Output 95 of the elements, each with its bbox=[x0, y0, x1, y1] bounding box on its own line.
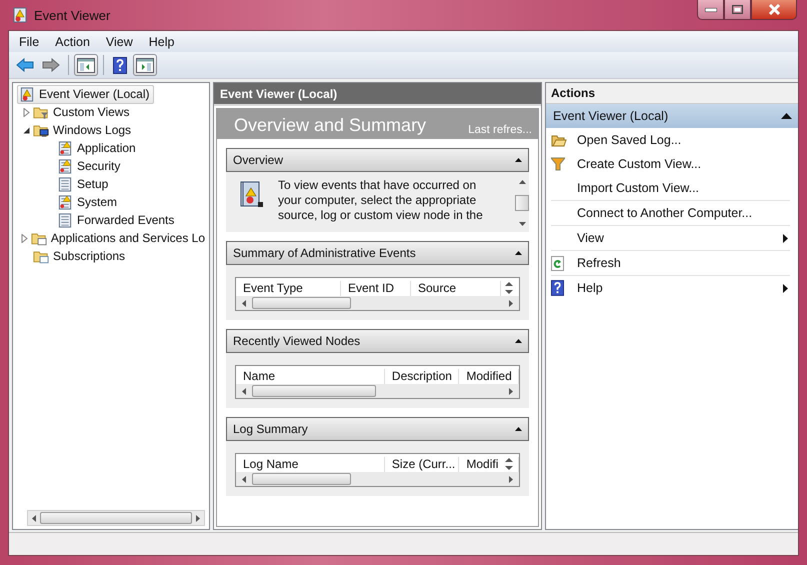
collapse-arrow-icon[interactable] bbox=[22, 126, 30, 134]
forward-arrow-icon bbox=[42, 58, 60, 72]
scroll-down-icon bbox=[518, 222, 526, 226]
tree-item[interactable]: Event Viewer (Local) bbox=[17, 84, 154, 104]
folder-icon bbox=[30, 230, 47, 246]
tree-item[interactable]: Subscriptions bbox=[31, 246, 130, 266]
group-title: Event Viewer (Local) bbox=[553, 109, 668, 123]
section-title: Recently Viewed Nodes bbox=[233, 334, 360, 348]
help-icon bbox=[113, 56, 127, 74]
tree-item[interactable]: System bbox=[55, 192, 122, 212]
section-title: Overview bbox=[233, 153, 284, 167]
scroll-left-icon bbox=[242, 476, 246, 482]
collapse-icon[interactable] bbox=[515, 251, 522, 255]
menu-item[interactable]: Help bbox=[140, 34, 182, 48]
section-header[interactable]: Summary of Administrative Events bbox=[226, 241, 529, 265]
event-log-icon bbox=[19, 86, 35, 102]
minimize-icon bbox=[704, 8, 716, 12]
spinner-icon[interactable] bbox=[505, 458, 513, 470]
spinner-icon[interactable] bbox=[505, 282, 513, 294]
actions-header: Actions bbox=[546, 83, 798, 104]
column-header[interactable]: Description bbox=[384, 369, 460, 384]
minimize-button[interactable] bbox=[697, 0, 724, 20]
tree-item[interactable]: Applications and Services Lo bbox=[28, 228, 209, 248]
scroll-right-icon bbox=[509, 300, 513, 306]
pane-icon bbox=[136, 58, 154, 72]
close-button[interactable] bbox=[751, 0, 797, 20]
column-header[interactable]: Event Type bbox=[236, 281, 341, 296]
refresh-icon bbox=[551, 256, 564, 270]
open-folder-icon bbox=[551, 133, 567, 147]
filter-icon bbox=[551, 157, 565, 171]
scroll-left-icon bbox=[32, 514, 36, 522]
maximize-button[interactable] bbox=[724, 0, 751, 20]
expand-arrow-icon[interactable] bbox=[22, 108, 30, 116]
collapse-icon[interactable] bbox=[515, 427, 522, 431]
pane-icon bbox=[77, 58, 95, 72]
column-header[interactable]: Source bbox=[411, 281, 501, 296]
horizontal-scrollbar[interactable] bbox=[27, 510, 205, 526]
log-warning-icon bbox=[57, 194, 73, 210]
action-group-header[interactable]: Event Viewer (Local) bbox=[546, 104, 798, 128]
close-icon bbox=[768, 4, 780, 15]
task-link[interactable]: View bbox=[551, 225, 790, 250]
maximize-icon bbox=[732, 5, 743, 14]
collapse-icon[interactable] bbox=[781, 113, 792, 119]
scroll-up-icon bbox=[518, 180, 526, 184]
folder-filter-icon bbox=[33, 104, 49, 120]
task-link[interactable]: Create Custom View... bbox=[551, 152, 790, 176]
menu-item[interactable]: File bbox=[11, 34, 48, 48]
log-warning-icon bbox=[57, 140, 73, 156]
event-log-book-icon bbox=[238, 180, 264, 210]
scroll-right-icon bbox=[509, 476, 513, 482]
tree-item[interactable]: Application bbox=[55, 138, 140, 158]
expand-arrow-icon[interactable] bbox=[21, 234, 28, 242]
menu-item[interactable]: View bbox=[98, 34, 141, 48]
task-link[interactable]: Refresh bbox=[551, 250, 790, 275]
tree-item[interactable]: Forwarded Events bbox=[55, 210, 178, 230]
show-action-pane-button[interactable] bbox=[133, 54, 157, 76]
collapse-icon[interactable] bbox=[515, 158, 522, 162]
window-title: Event Viewer bbox=[34, 8, 110, 22]
section-title: Log Summary bbox=[233, 422, 308, 436]
column-header[interactable]: Log Name bbox=[236, 457, 385, 472]
section-title: Summary of Administrative Events bbox=[233, 246, 416, 260]
tree-item[interactable]: Custom Views bbox=[31, 102, 134, 122]
scroll-right-icon bbox=[196, 514, 200, 522]
show-tree-button[interactable] bbox=[74, 54, 98, 76]
section-header[interactable]: Log Summary bbox=[226, 417, 529, 441]
task-link[interactable]: Open Saved Log... bbox=[551, 128, 790, 152]
log-icon bbox=[57, 176, 73, 192]
menu-item[interactable]: Action bbox=[47, 34, 98, 48]
task-link[interactable]: Connect to Another Computer... bbox=[551, 200, 790, 225]
column-header[interactable]: Event ID bbox=[341, 281, 411, 296]
folder-computer-icon bbox=[33, 122, 49, 138]
log-warning-icon bbox=[57, 158, 73, 174]
last-refreshed-text: Last refres... bbox=[468, 123, 532, 138]
tree-item[interactable]: Security bbox=[55, 156, 124, 176]
column-header[interactable]: Modified bbox=[459, 369, 519, 384]
collapse-icon[interactable] bbox=[515, 339, 522, 343]
section-header[interactable]: Recently Viewed Nodes bbox=[226, 329, 529, 353]
vertical-scrollbar[interactable] bbox=[515, 178, 529, 228]
app-icon bbox=[12, 7, 28, 23]
section-header[interactable]: Overview bbox=[226, 148, 529, 172]
back-arrow-icon bbox=[16, 58, 34, 72]
tree-item[interactable]: Windows Logs bbox=[31, 120, 136, 140]
column-header[interactable]: Size (Curr... bbox=[384, 457, 460, 472]
task-link[interactable]: Import Custom View... bbox=[551, 176, 790, 200]
task-link[interactable]: Help bbox=[551, 275, 790, 300]
scroll-right-icon bbox=[509, 388, 513, 394]
column-header[interactable]: Name bbox=[236, 369, 385, 384]
log-icon bbox=[57, 212, 73, 228]
help-icon bbox=[551, 280, 564, 296]
tree-item[interactable]: Setup bbox=[55, 174, 112, 194]
overview-text: To view events that have occurred on your computer, select the appropriate source, log or custom view node in the bbox=[278, 178, 484, 223]
banner-title: Overview and Summary bbox=[234, 114, 426, 137]
scroll-left-icon bbox=[242, 388, 246, 394]
pane-header: Event Viewer (Local) bbox=[214, 83, 541, 106]
scroll-left-icon bbox=[242, 300, 246, 306]
